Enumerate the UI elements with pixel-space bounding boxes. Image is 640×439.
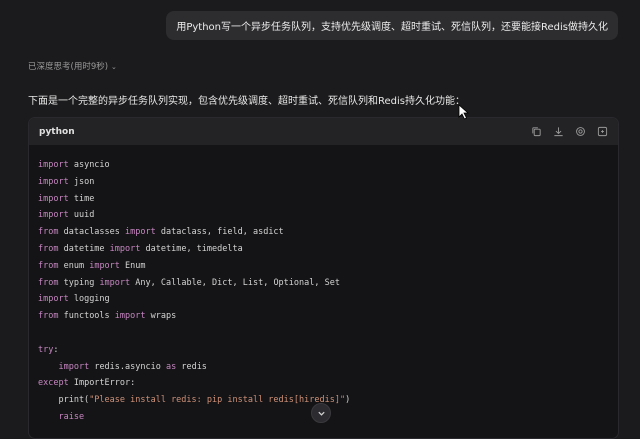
code-keyword: import [38,176,69,187]
code-language-label: python [39,126,75,137]
code-line: import logging [38,291,618,308]
expand-icon[interactable] [596,126,608,138]
code-text: asyncio [68,160,110,170]
arrow-down-icon [317,411,325,416]
settings-icon[interactable] [574,126,586,138]
code-line: import json [38,174,618,191]
code-block: python import asyncio import json import t… [28,117,619,439]
code-text: functools [58,311,115,322]
code-line: import asyncio [38,157,618,174]
code-text: ) [345,395,351,406]
code-content: import asyncio import json import time impo… [29,145,618,426]
chevron-down-icon: ⌄ [111,63,117,71]
code-text: time [68,193,95,204]
code-text: redis [176,361,207,372]
code-text: enum [58,260,90,271]
code-keyword: as [165,361,177,372]
scroll-to-bottom-button[interactable] [311,403,331,423]
code-text: uuid [68,210,95,221]
intro-text: 下面是一个完整的异步任务队列实现，包含优先级调度、超时重试、死信队列和Redis… [28,96,465,107]
code-keyword: import [38,210,69,221]
code-keyword: import [38,160,69,170]
code-keyword: from [38,277,59,288]
code-text: ImportError: [68,378,136,389]
code-string: "Please install redis: pip install redis… [89,395,346,406]
code-line: import uuid [38,207,618,224]
code-keyword: import [125,227,156,238]
code-text: datetime, timedelta [140,243,243,254]
code-keyword: from [38,260,59,271]
code-text: wraps [145,311,177,322]
code-text: : [53,344,59,355]
code-block-header: python [29,118,618,145]
code-keyword: try [38,344,54,355]
code-keyword: from [38,311,59,322]
code-keyword: from [38,227,59,238]
code-text: print( [38,395,90,406]
download-icon[interactable] [552,126,564,138]
code-text: Enum [119,260,146,271]
code-keyword: except [38,378,69,389]
code-text: dataclasses [58,227,126,238]
code-text: datetime [58,243,110,254]
user-message-bubble: 用Python写一个异步任务队列，支持优先级调度、超时重试、死信队列，还要能接R… [166,11,618,40]
code-line: import redis.asyncio as redis [38,359,618,376]
code-line: from dataclasses import dataclass, field… [38,224,618,241]
code-keyword: import [38,193,69,204]
code-line: try: [38,342,618,359]
code-text: redis.asyncio [89,361,166,372]
code-keyword: from [38,243,59,254]
code-keyword: raise [58,411,85,422]
code-text: json [68,176,95,187]
code-keyword: import [58,361,90,372]
code-line: from functools import wraps [38,308,618,325]
code-line: except ImportError: [38,375,618,392]
code-keyword: import [109,243,141,254]
code-line: from enum import Enum [38,258,618,275]
code-text: Any, Callable, Dict, List, Optional, Set [130,277,340,288]
code-text: dataclass, field, asdict [155,227,284,238]
code-keyword: import [38,294,69,305]
code-line: from datetime import datetime, timedelta [38,241,618,258]
code-keyword: import [114,311,146,322]
code-line: import time [38,191,618,208]
code-text: typing [58,277,100,288]
copy-icon[interactable] [530,126,542,138]
code-text: logging [68,294,110,305]
thinking-toggle[interactable]: 已深度思考(用时9秒) ⌄ [28,60,117,72]
code-keyword: import [99,277,131,288]
code-keyword: import [89,260,120,271]
mouse-cursor-icon [458,104,470,124]
code-toolbar [530,126,608,138]
thinking-label: 已深度思考(用时9秒) [28,62,109,72]
code-line: from typing import Any, Callable, Dict, … [38,275,618,292]
